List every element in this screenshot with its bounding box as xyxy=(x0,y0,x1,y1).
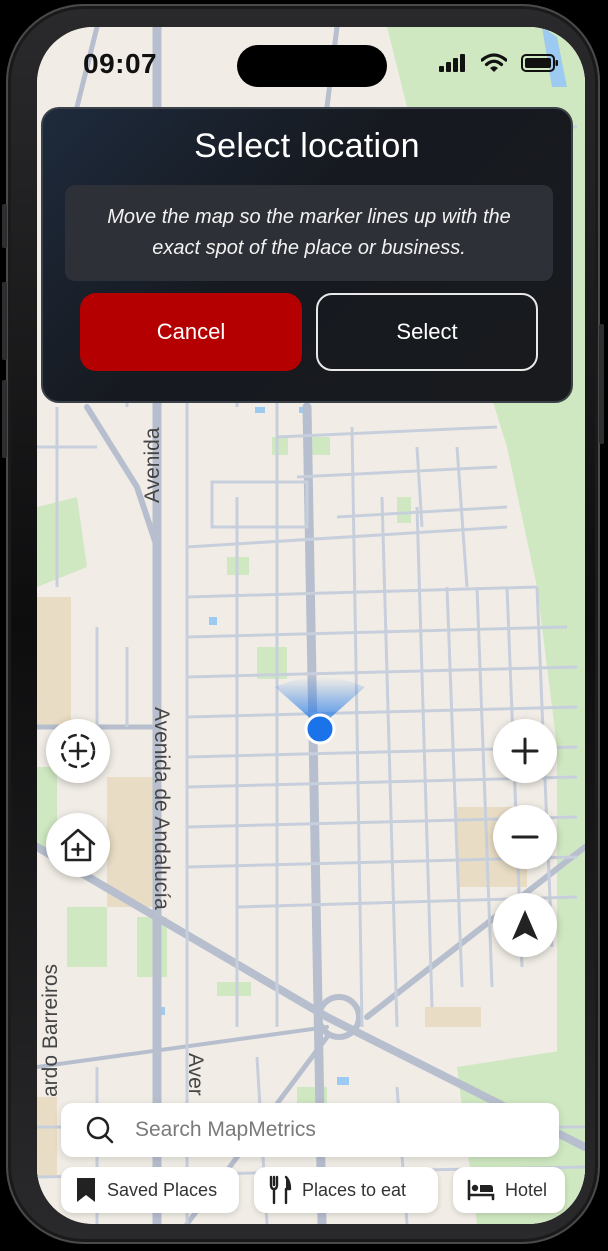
add-location-button[interactable] xyxy=(46,719,110,783)
battery-icon xyxy=(521,54,558,72)
chip-places-to-eat[interactable]: Places to eat xyxy=(254,1167,438,1213)
select-button[interactable]: Select xyxy=(316,293,538,371)
status-icons xyxy=(439,53,559,73)
screen: Avenida Avenida de Andalucía ardo Barrei… xyxy=(37,27,585,1224)
chip-hotel[interactable]: Hotel xyxy=(453,1167,565,1213)
street-label-barreiros: ardo Barreiros xyxy=(39,964,62,1097)
bed-icon xyxy=(467,1179,495,1201)
add-home-button[interactable] xyxy=(46,813,110,877)
chip-label: Places to eat xyxy=(302,1179,407,1200)
mute-switch xyxy=(2,204,7,248)
select-location-dialog: Select location Move the map so the mark… xyxy=(41,107,573,403)
dialog-title: Select location xyxy=(194,127,420,165)
street-label-aver: Aver xyxy=(184,1053,207,1096)
zoom-out-button[interactable] xyxy=(493,805,557,869)
search-icon xyxy=(86,1116,114,1144)
chip-saved-places[interactable]: Saved Places xyxy=(61,1167,239,1213)
dialog-message: Move the map so the marker lines up with… xyxy=(65,185,553,281)
signal-icon xyxy=(439,54,465,72)
recenter-plus-icon xyxy=(60,733,96,769)
compass-button[interactable] xyxy=(493,893,557,957)
home-plus-icon xyxy=(60,828,96,862)
street-label-avenida-andalucia: Avenida de Andalucía xyxy=(150,707,173,910)
location-marker xyxy=(304,713,336,745)
fork-knife-icon xyxy=(269,1175,292,1205)
search-bar[interactable] xyxy=(61,1103,559,1157)
phone-frame: Avenida Avenida de Andalucía ardo Barrei… xyxy=(2,4,604,1244)
wifi-icon xyxy=(481,53,507,72)
chip-label: Saved Places xyxy=(107,1179,218,1200)
zoom-in-button[interactable] xyxy=(493,719,557,783)
status-time: 09:07 xyxy=(83,48,158,79)
power-button xyxy=(599,324,604,444)
volume-down-button xyxy=(2,380,7,458)
zoom-in-icon xyxy=(511,737,539,765)
search-input[interactable] xyxy=(133,1117,517,1143)
dynamic-island xyxy=(237,45,387,87)
zoom-out-icon xyxy=(511,835,539,839)
cancel-button[interactable]: Cancel xyxy=(80,293,302,371)
bookmark-icon xyxy=(77,1178,95,1202)
chip-label: Hotel xyxy=(505,1179,548,1200)
volume-up-button xyxy=(2,282,7,360)
street-label-avenida-top: Avenida xyxy=(141,427,164,503)
compass-arrow-icon xyxy=(512,910,538,940)
